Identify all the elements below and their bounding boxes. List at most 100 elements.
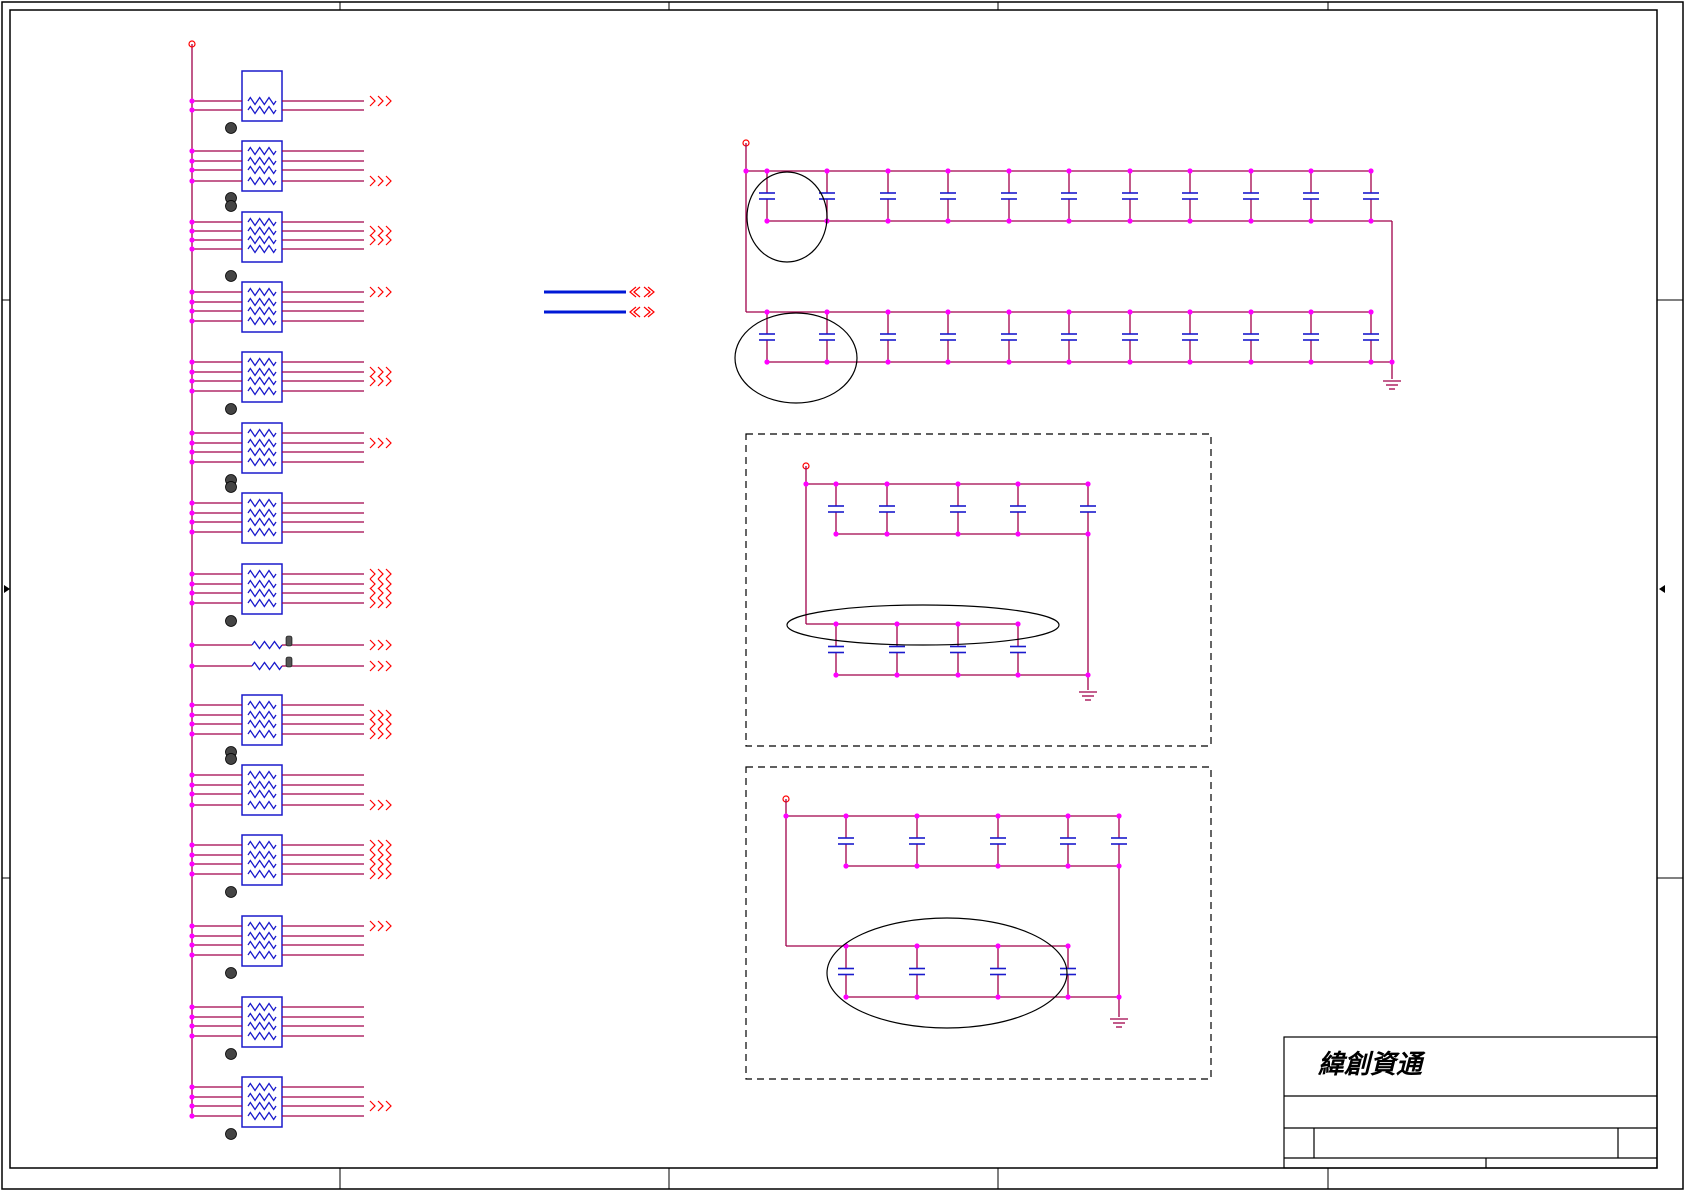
offpage-arrow-icon	[385, 578, 392, 590]
junction-dot	[1085, 531, 1091, 537]
highlight-ellipse	[734, 312, 858, 404]
junction-dot	[189, 590, 195, 596]
junction-dot	[189, 440, 195, 446]
junction-dot	[189, 178, 195, 184]
junction-dot	[764, 359, 770, 365]
offpage-arrow-icon	[385, 95, 392, 107]
junction-dot	[189, 430, 195, 436]
junction-dot	[189, 228, 195, 234]
junction-dot	[1368, 168, 1374, 174]
resistor-array-icon	[241, 281, 283, 333]
junction-dot	[955, 481, 961, 487]
junction-dot	[1066, 359, 1072, 365]
offpage-arrow-icon	[369, 175, 376, 187]
offpage-arrow-icon	[369, 639, 376, 651]
junction-dot	[833, 621, 839, 627]
dashed-group-boxes	[745, 433, 1212, 1080]
offpage-arrow-icon	[377, 839, 384, 851]
junction-dot	[803, 481, 809, 487]
junction-dot	[189, 519, 195, 525]
junction-dot	[1308, 168, 1314, 174]
resistor-array	[189, 563, 392, 627]
designator-tag-icon	[285, 635, 293, 647]
junction-dot	[189, 712, 195, 718]
resistor-array	[189, 140, 392, 204]
junction-dot	[1127, 309, 1133, 315]
dashed-group-box	[745, 433, 1212, 747]
junction-dot	[945, 309, 951, 315]
offpage-arrow-icon	[377, 366, 384, 378]
junction-dot	[189, 107, 195, 113]
schematic-sheet: 緯創資通	[1, 1, 1684, 1190]
resistor-array-icon	[241, 1076, 283, 1128]
junction-dot	[1066, 168, 1072, 174]
junction-dot	[189, 1094, 195, 1100]
offpage-arrow-icon	[369, 799, 376, 811]
resistor-array-icon	[241, 70, 283, 122]
junction-dot	[885, 218, 891, 224]
junction-dot	[189, 1113, 195, 1119]
resistor-array-icon	[241, 422, 283, 474]
offpage-arrow-icon	[369, 286, 376, 298]
junction-dot	[189, 952, 195, 958]
junction-dot	[189, 581, 195, 587]
ground-icon	[1110, 1018, 1128, 1028]
junction-dot	[189, 1023, 195, 1029]
junction-dot	[1006, 168, 1012, 174]
offpage-arrow-icon	[377, 95, 384, 107]
resistor-array	[189, 481, 364, 544]
junction-dot	[885, 168, 891, 174]
decoupling-capacitor-banks	[742, 139, 1401, 1028]
junction-dot	[833, 531, 839, 537]
offpage-arrow-icon	[377, 660, 384, 672]
offpage-arrow-icon	[377, 639, 384, 651]
junction-dot	[189, 449, 195, 455]
junction-dot	[189, 782, 195, 788]
junction-dot	[189, 219, 195, 225]
junction-dot	[885, 359, 891, 365]
bus-signals	[544, 286, 655, 318]
junction-dot	[189, 1103, 195, 1109]
resistor-array	[189, 200, 392, 263]
junction-dot	[189, 663, 195, 669]
junction-dot	[1015, 621, 1021, 627]
bidir-connector-icon	[629, 286, 655, 318]
junction-dot	[189, 600, 195, 606]
junction-dot	[914, 813, 920, 819]
junction-dot	[189, 158, 195, 164]
junction-dot	[189, 246, 195, 252]
resistor-array-icon	[241, 764, 283, 816]
offpage-arrow-icon	[385, 597, 392, 609]
junction-dot	[995, 813, 1001, 819]
offpage-arrow-icon	[377, 234, 384, 246]
junction-dot	[1116, 994, 1122, 1000]
offpage-arrow-icon	[385, 366, 392, 378]
offpage-arrow-icon	[369, 375, 376, 387]
resistor-array-icon	[241, 492, 283, 544]
junction-dot	[189, 1033, 195, 1039]
junction-dot	[189, 802, 195, 808]
junction-dot	[1187, 218, 1193, 224]
junction-dot	[1015, 481, 1021, 487]
offpage-arrow-icon	[377, 587, 384, 599]
junction-dot	[743, 168, 749, 174]
junction-dot	[1006, 218, 1012, 224]
offpage-arrow-icon	[377, 437, 384, 449]
junction-dot	[189, 721, 195, 727]
junction-dot	[189, 378, 195, 384]
junction-dot	[189, 459, 195, 465]
junction-dot	[945, 359, 951, 365]
junction-dot	[1127, 218, 1133, 224]
offpage-arrow-icon	[385, 849, 392, 861]
highlight-ellipse	[826, 917, 1068, 1029]
junction-dot	[189, 148, 195, 154]
junction-dot	[1308, 218, 1314, 224]
junction-dot	[189, 772, 195, 778]
junction-dot	[1127, 168, 1133, 174]
junction-dot	[189, 1014, 195, 1020]
junction-dot	[189, 369, 195, 375]
junction-dot	[189, 289, 195, 295]
resistor-array	[189, 753, 392, 816]
junction-dot	[995, 863, 1001, 869]
junction-dot	[783, 813, 789, 819]
